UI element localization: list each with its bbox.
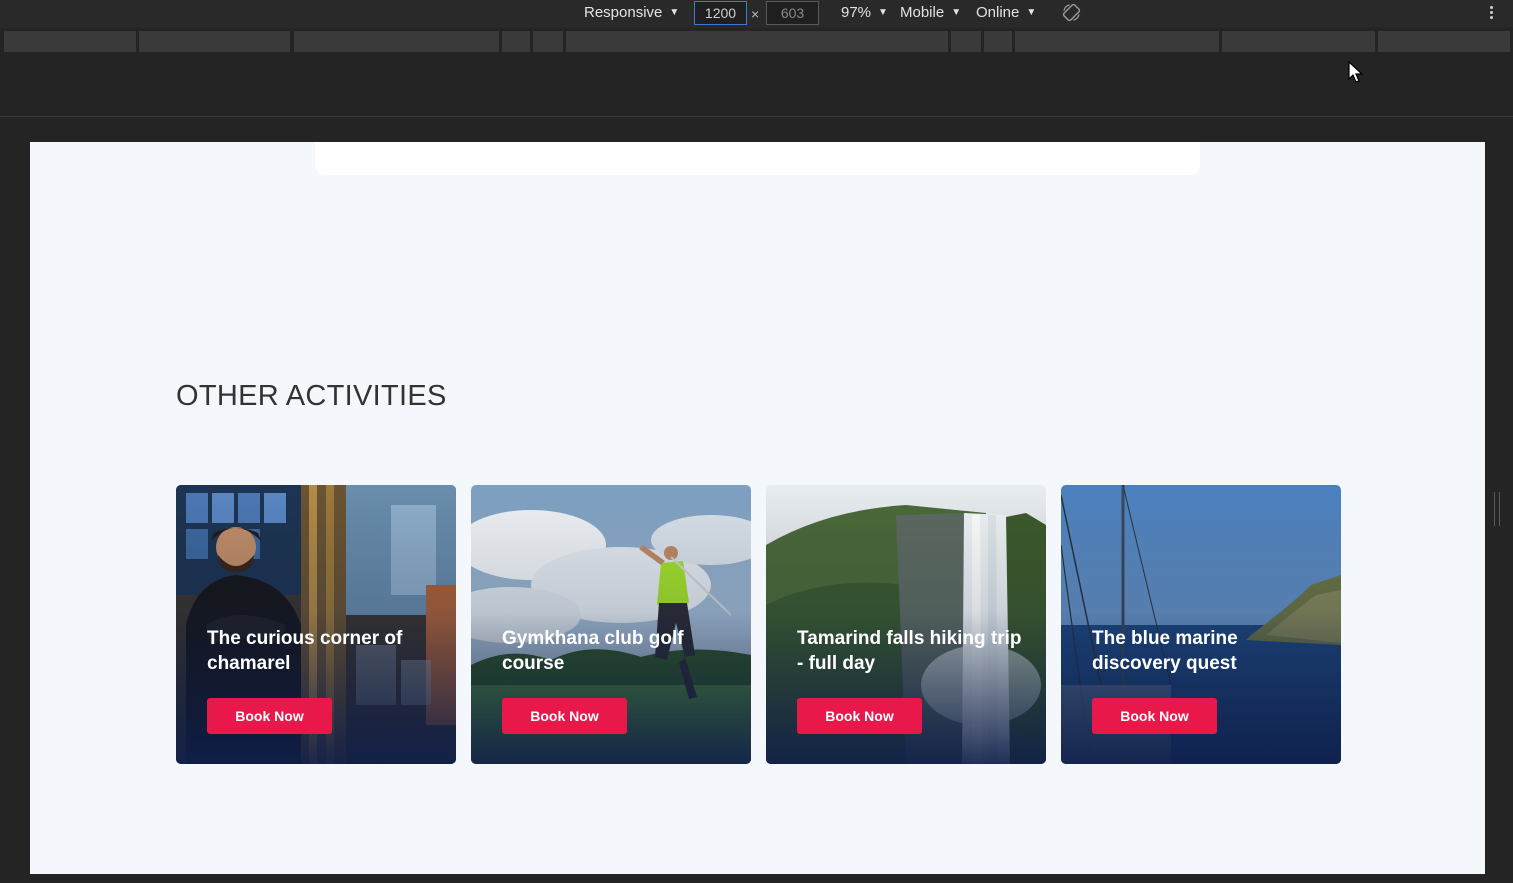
device-mode-label: Responsive xyxy=(584,4,663,21)
book-now-button[interactable]: Book Now xyxy=(207,698,332,734)
media-query-segment[interactable] xyxy=(4,31,136,52)
activity-card[interactable]: The blue marine discovery quest Book Now xyxy=(1061,485,1341,764)
dimension-separator: × xyxy=(751,6,760,22)
resize-handle[interactable] xyxy=(1494,492,1500,526)
book-now-button[interactable]: Book Now xyxy=(797,698,922,734)
caret-down-icon: ▼ xyxy=(878,7,888,18)
throttle-label: Mobile xyxy=(900,4,945,21)
activity-card[interactable]: The curious corner of chamarel Book Now xyxy=(176,485,456,764)
caret-down-icon: ▼ xyxy=(951,7,962,18)
activity-card[interactable]: Gymkhana club golf course Book Now xyxy=(471,485,751,764)
activity-title: The blue marine discovery quest xyxy=(1092,628,1238,674)
activity-title: Tamarind falls hiking trip - full day xyxy=(797,628,1022,674)
device-mode-dropdown[interactable]: Responsive ▼ xyxy=(584,4,679,21)
kebab-icon[interactable] xyxy=(1487,4,1495,24)
activity-card[interactable]: Tamarind falls hiking trip - full day Bo… xyxy=(766,485,1046,764)
media-query-segment[interactable] xyxy=(951,31,981,52)
width-input[interactable]: 1200 xyxy=(694,1,747,25)
media-query-segment[interactable] xyxy=(566,31,948,52)
activity-title: Gymkhana club golf course xyxy=(502,628,684,674)
network-label: Online xyxy=(976,4,1020,21)
caret-down-icon: ▼ xyxy=(1026,7,1037,18)
height-input[interactable]: 603 xyxy=(766,1,819,25)
rotate-icon[interactable] xyxy=(1062,3,1081,22)
book-now-button[interactable]: Book Now xyxy=(1092,698,1217,734)
media-query-segment[interactable] xyxy=(139,31,290,52)
media-query-segment[interactable] xyxy=(1015,31,1219,52)
media-query-segment[interactable] xyxy=(1222,31,1375,52)
content-card xyxy=(315,142,1200,175)
caret-down-icon: ▼ xyxy=(669,7,680,18)
network-dropdown[interactable]: Online ▼ xyxy=(976,4,1036,21)
device-toolbar: Responsive ▼ 1200 × 603 97% ▼ Mobile ▼ O… xyxy=(0,0,1513,28)
devtools-spacer xyxy=(0,52,1513,117)
media-query-bar xyxy=(0,31,1513,52)
media-query-segment[interactable] xyxy=(984,31,1012,52)
media-query-segment[interactable] xyxy=(1378,31,1510,52)
media-query-segment[interactable] xyxy=(533,31,563,52)
book-now-button[interactable]: Book Now xyxy=(502,698,627,734)
zoom-dropdown[interactable]: 97% ▼ xyxy=(841,4,888,21)
media-query-segment[interactable] xyxy=(294,31,499,52)
mouse-pointer-icon xyxy=(1348,61,1364,83)
media-query-segment[interactable] xyxy=(502,31,530,52)
emulated-viewport: OTHER ACTIVITIES The curious corner of c… xyxy=(30,142,1485,874)
activity-title: The curious corner of chamarel xyxy=(207,628,403,674)
zoom-label: 97% xyxy=(841,4,872,21)
section-title: OTHER ACTIVITIES xyxy=(176,380,447,412)
throttle-dropdown[interactable]: Mobile ▼ xyxy=(900,4,961,21)
